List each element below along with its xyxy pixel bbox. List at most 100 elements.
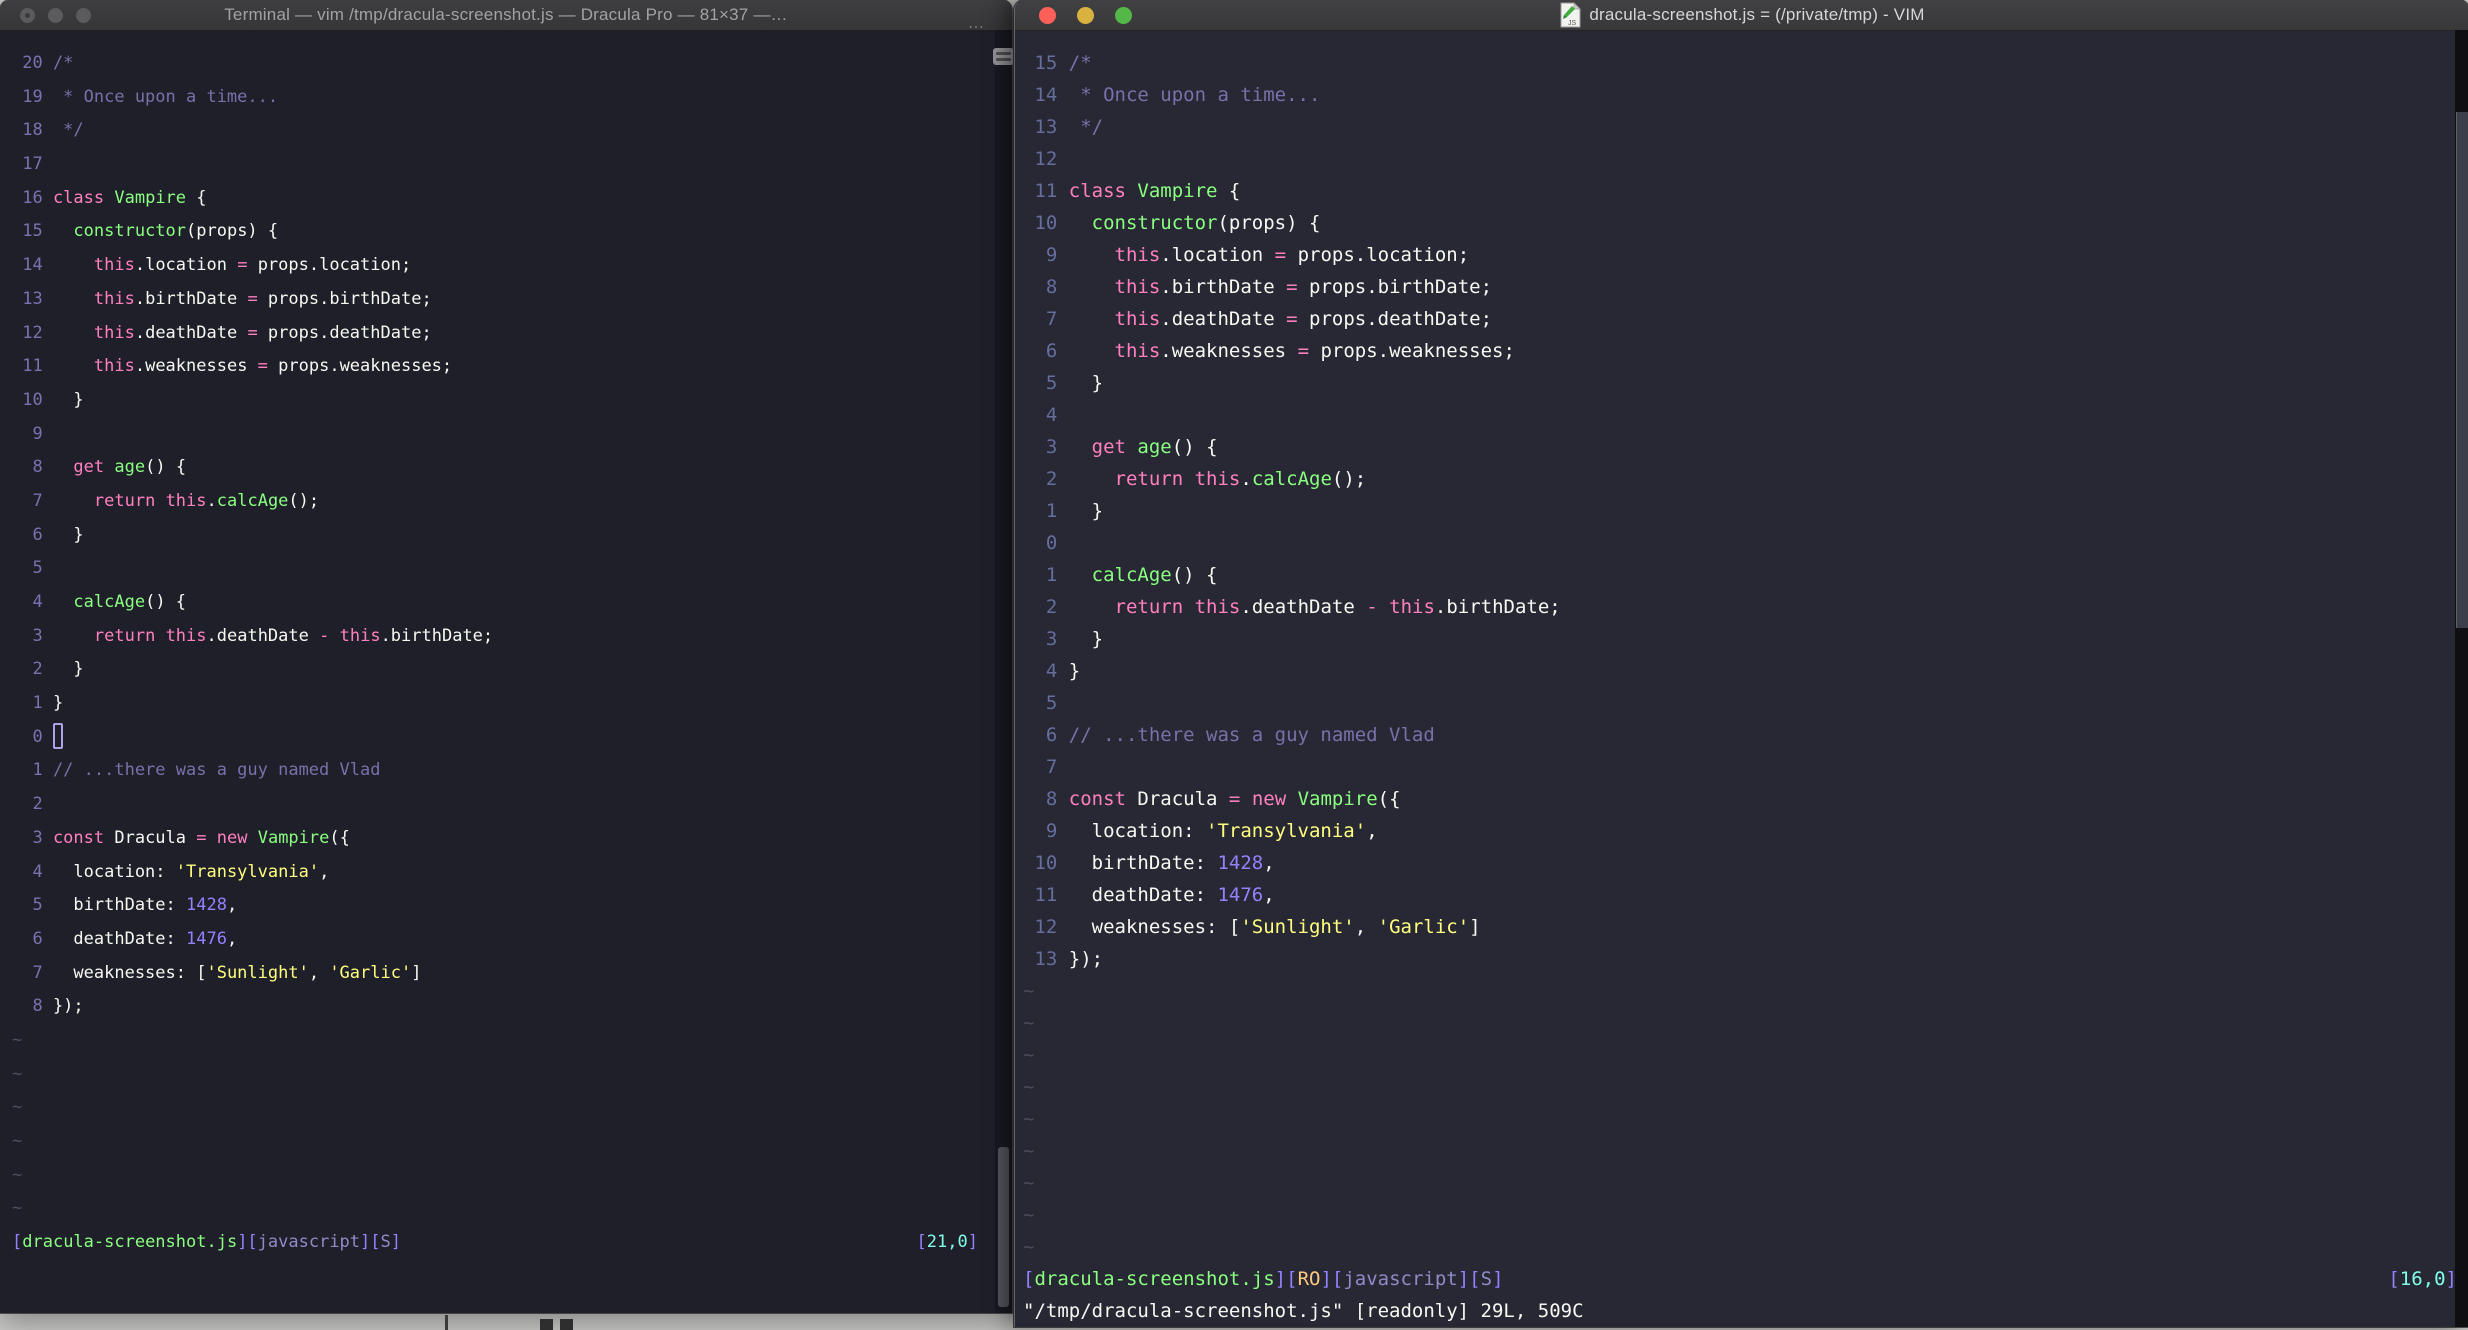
code-line[interactable]: 7 weaknesses: ['Sunlight', 'Garlic'] [0, 957, 1012, 991]
code-line[interactable]: 9 [0, 418, 1012, 452]
terminal-titlebar[interactable]: Terminal — vim /tmp/dracula-screenshot.j… [0, 0, 1012, 36]
code-line[interactable]: 1 calcAge() { [1015, 559, 2468, 591]
code-line[interactable]: 15 /* [1015, 47, 2468, 79]
token: .deathDate [1240, 596, 1367, 618]
code-line[interactable]: 1 } [1015, 495, 2468, 527]
code-line[interactable]: 20 /* [0, 47, 1012, 81]
code-area[interactable]: 15/* 14 * Once upon a time... 13 */12 11 cla… [1015, 30, 2468, 1327]
close-button[interactable] [20, 7, 35, 23]
token: ] [411, 962, 422, 983]
code-line[interactable]: 13}); [1015, 943, 2468, 975]
code-line[interactable]: 5 } [1015, 367, 2468, 399]
token: this [93, 322, 135, 343]
code-line[interactable]: 6 } [0, 519, 1012, 553]
zoom-button[interactable] [1115, 6, 1132, 24]
window-controls [20, 0, 91, 30]
code-line[interactable]: 0 [0, 721, 1012, 755]
line-number: 7 [32, 490, 43, 511]
token: 21,0 [926, 1232, 968, 1253]
code-line[interactable]: 7 [1015, 751, 2468, 783]
code-line[interactable]: 11 class Vampire { [1015, 175, 2468, 207]
code-line[interactable]: 10 birthDate: 1428, [1015, 847, 2468, 879]
code-line[interactable]: 1 // ...there was a guy named Vlad [0, 754, 1012, 788]
token: [ [916, 1232, 927, 1253]
code-line[interactable]: 12 [1015, 143, 2468, 175]
code-line[interactable]: 4 [1015, 399, 2468, 431]
code-line[interactable]: 13 */ [1015, 111, 2468, 143]
code-line[interactable]: 5 [1015, 687, 2468, 719]
split-pane-icon[interactable] [993, 48, 1014, 65]
minimize-button[interactable] [1077, 6, 1094, 24]
token: constructor [1091, 212, 1218, 234]
code-line[interactable]: 15 constructor(props) { [0, 215, 1012, 249]
code-line[interactable]: 2 return this.calcAge(); [1015, 463, 2468, 495]
code-line[interactable]: 1} [0, 687, 1012, 721]
token: , [1366, 820, 1378, 842]
code-line[interactable]: 16 class Vampire { [0, 182, 1012, 216]
code-line[interactable]: 3 get age() { [1015, 431, 2468, 463]
code-line[interactable]: 7 return this.calcAge(); [0, 485, 1012, 519]
code-line[interactable]: 6 deathDate: 1476, [0, 923, 1012, 957]
code-line[interactable]: 3 } [1015, 623, 2468, 655]
code-line[interactable]: 7 this.deathDate = props.deathDate; [1015, 303, 2468, 335]
code-line[interactable]: 9 this.location = props.location; [1015, 239, 2468, 271]
code-line[interactable]: 19 * Once upon a time... [0, 81, 1012, 115]
code-line[interactable]: 2 [0, 788, 1012, 822]
line-number: 13 [22, 288, 43, 309]
code-line[interactable]: 3 return this.deathDate - this.birthDate… [0, 620, 1012, 654]
scrollbar[interactable] [2455, 30, 2468, 1327]
code-line[interactable]: 10 } [0, 384, 1012, 418]
code-line[interactable]: 4 calcAge() { [0, 586, 1012, 620]
code-line[interactable]: 8}); [0, 990, 1012, 1024]
macvim-titlebar[interactable]: JS dracula-screenshot.js = (/private/tmp… [1015, 0, 2468, 31]
code-line[interactable]: 13 this.birthDate = props.birthDate; [0, 283, 1012, 317]
scrollbar[interactable] [993, 30, 1014, 1313]
code-line[interactable]: 8 get age() { [0, 451, 1012, 485]
line-number: 8 [1045, 276, 1058, 298]
code-line[interactable]: 5 birthDate: 1428, [0, 889, 1012, 923]
token: { [1217, 180, 1241, 202]
code-line[interactable]: 10 constructor(props) { [1015, 207, 2468, 239]
code-line[interactable]: 11 this.weaknesses = props.weaknesses; [0, 350, 1012, 384]
code-line[interactable]: 4} [1015, 655, 2468, 687]
code-line[interactable]: 5 [0, 552, 1012, 586]
code-line[interactable]: 6 // ...there was a guy named Vlad [1015, 719, 2468, 751]
scrollbar-thumb[interactable] [2456, 112, 2468, 628]
token: return [93, 490, 156, 511]
code-line[interactable]: 12 this.deathDate = props.deathDate; [0, 317, 1012, 351]
empty-line: ~ [1015, 1007, 2468, 1039]
token: ] [967, 1232, 978, 1253]
minimize-button[interactable] [48, 7, 63, 23]
code-line[interactable]: 11 deathDate: 1476, [1015, 879, 2468, 911]
code-line[interactable]: 12 weaknesses: ['Sunlight', 'Garlic'] [1015, 911, 2468, 943]
code-line[interactable]: 14 * Once upon a time... [1015, 79, 2468, 111]
code-area[interactable]: 20/* 19 * Once upon a time... 18 */17 16 cla… [0, 30, 1012, 1313]
code-line[interactable]: 0 [1015, 527, 2468, 559]
tilde-marker: ~ [1023, 1044, 1035, 1066]
token: this [93, 356, 135, 377]
vim-cursor [52, 722, 63, 749]
code-line[interactable]: 8 this.birthDate = props.birthDate; [1015, 271, 2468, 303]
scrollbar-thumb[interactable] [998, 1147, 1009, 1307]
empty-line: ~ [1015, 1231, 2468, 1263]
line-number: 9 [1045, 820, 1058, 842]
code-line[interactable]: 8 const Dracula = new Vampire({ [1015, 783, 2468, 815]
line-number: 4 [1045, 660, 1058, 682]
document-icon[interactable]: JS [1559, 2, 1582, 28]
code-line[interactable]: 17 [0, 148, 1012, 182]
code-line[interactable]: 4 location: 'Transylvania', [0, 856, 1012, 890]
code-line[interactable]: 14 this.location = props.location; [0, 249, 1012, 283]
empty-line: ~ [1015, 975, 2468, 1007]
code-line[interactable]: 2 return this.deathDate - this.birthDate… [1015, 591, 2468, 623]
code-line[interactable]: 2 } [0, 653, 1012, 687]
code-line[interactable]: 18 */ [0, 114, 1012, 148]
token: javascript [1343, 1268, 1458, 1290]
zoom-button[interactable] [76, 7, 91, 23]
code-line[interactable]: 3 const Dracula = new Vampire({ [0, 822, 1012, 856]
code-line[interactable]: 9 location: 'Transylvania', [1015, 815, 2468, 847]
terminal-window: Terminal — vim /tmp/dracula-screenshot.j… [0, 0, 1014, 1313]
close-button[interactable] [1039, 6, 1056, 24]
code-line[interactable]: 6 this.weaknesses = props.weaknesses; [1015, 335, 2468, 367]
